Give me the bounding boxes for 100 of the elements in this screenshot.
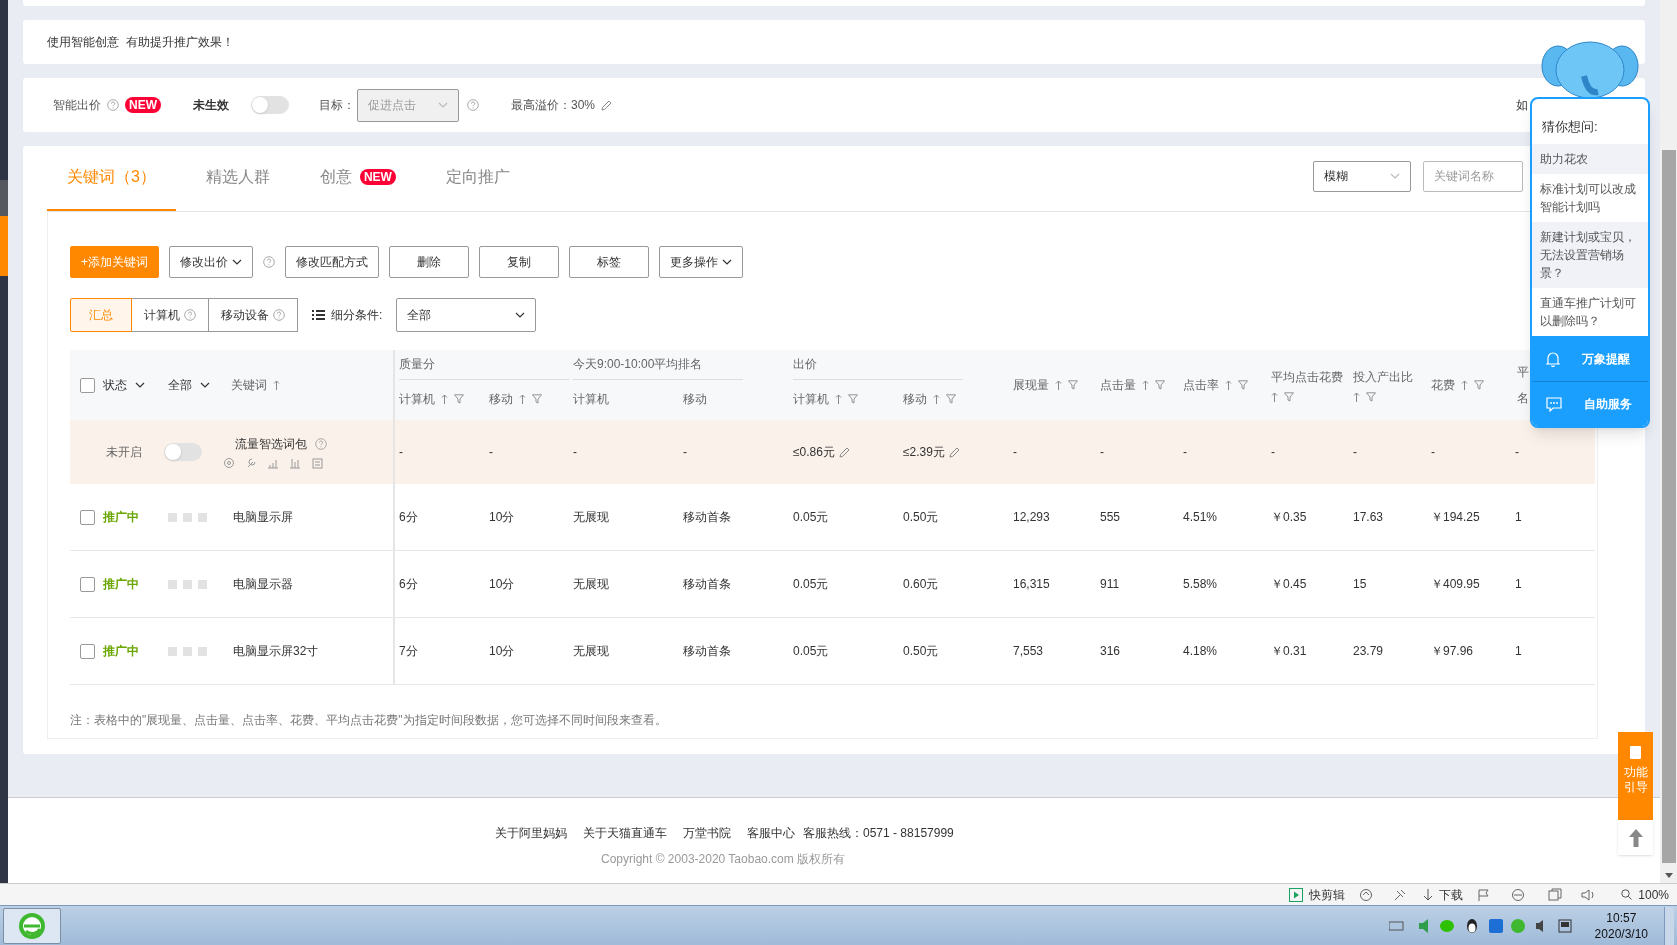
sort-arrow-icon[interactable] bbox=[441, 394, 448, 404]
filter-icon[interactable] bbox=[532, 394, 542, 404]
pencil-icon[interactable] bbox=[838, 446, 850, 458]
placeholder-squares-icon bbox=[168, 512, 208, 522]
toolbar-button[interactable]: 修改出价 bbox=[169, 246, 253, 278]
filter-icon[interactable] bbox=[1238, 380, 1248, 390]
question-item[interactable]: 直通车推广计划可以删除吗？ bbox=[1532, 288, 1648, 337]
chevron-down-icon bbox=[200, 382, 210, 388]
pencil-icon[interactable] bbox=[601, 99, 613, 111]
table-cell-text: ￥0.31 bbox=[1271, 643, 1307, 660]
column-header: 点击量 bbox=[1100, 377, 1136, 394]
device-tab[interactable]: 计算机 bbox=[131, 298, 209, 332]
sort-arrow-icon[interactable] bbox=[1055, 380, 1062, 390]
table-cell-text: 0.60元 bbox=[903, 576, 939, 593]
toolbar-button[interactable]: 修改匹配方式 bbox=[285, 246, 379, 278]
table-row[interactable]: 推广中 电脑显示屏32寸 7分 10分 无展现 移动首条 0.05元 0.50元 7,553 316 4.18% ￥0.31 23.79 ￥97.96 1 bbox=[70, 618, 1595, 685]
scroll-down-icon[interactable] bbox=[1664, 873, 1673, 879]
question-item[interactable]: 助力花农 bbox=[1532, 144, 1648, 175]
footer-link[interactable]: 关于阿里妈妈 bbox=[495, 824, 567, 842]
sort-arrow-icon[interactable] bbox=[1225, 380, 1232, 390]
table-note: 注：表格中的"展现量、点击量、点击率、花费、平均点击花费"为指定时间段数据，您可选择不同时间段来查看。 bbox=[70, 712, 668, 729]
show-desktop-button[interactable] bbox=[1664, 906, 1674, 945]
help-icon[interactable] bbox=[467, 99, 479, 111]
footer-link[interactable]: 万堂书院 bbox=[683, 824, 731, 842]
table-cell-text: 移动首条 bbox=[683, 576, 731, 593]
scrollbar[interactable] bbox=[1660, 0, 1677, 883]
play-icon bbox=[1289, 887, 1304, 902]
filter-icon[interactable] bbox=[1366, 392, 1376, 402]
table-cell-text: 15 bbox=[1353, 576, 1367, 593]
tab[interactable]: 创意 NEW bbox=[299, 145, 416, 211]
status-bar-button[interactable]: 快剪辑 bbox=[1289, 885, 1346, 904]
column-header: 计算机 bbox=[573, 391, 609, 408]
filter-icon[interactable] bbox=[1068, 380, 1078, 390]
table-cell-text: 316 bbox=[1100, 643, 1121, 660]
back-to-top-button[interactable] bbox=[1618, 820, 1653, 855]
table-cell-text: 16,315 bbox=[1013, 576, 1050, 593]
status-bar-button[interactable]: 下载 bbox=[1423, 885, 1464, 904]
sort-arrow-icon[interactable] bbox=[933, 394, 940, 404]
help-icon[interactable] bbox=[184, 309, 196, 321]
table-cell-text: 无展现 bbox=[573, 576, 609, 593]
document-icon bbox=[1630, 746, 1641, 759]
checkbox[interactable] bbox=[80, 377, 95, 393]
filter-label: 细分条件: bbox=[331, 307, 383, 324]
bell-icon bbox=[1546, 350, 1560, 367]
tab[interactable]: 定向推广 bbox=[425, 145, 530, 211]
sort-arrow-icon[interactable] bbox=[1353, 392, 1360, 402]
sort-arrow-icon[interactable] bbox=[519, 394, 526, 404]
start-button[interactable] bbox=[3, 907, 61, 944]
pencil-icon[interactable] bbox=[948, 446, 960, 458]
chevron-down-icon bbox=[135, 382, 145, 388]
keyword-text: 电脑显示屏 bbox=[233, 509, 293, 526]
checkbox[interactable] bbox=[80, 576, 95, 592]
filter-icon[interactable] bbox=[848, 394, 858, 404]
help-icon[interactable] bbox=[273, 309, 285, 321]
filter-icon[interactable] bbox=[1155, 380, 1165, 390]
scrollbar-thumb[interactable] bbox=[1661, 150, 1676, 863]
clock-time: 10:57 bbox=[1606, 909, 1637, 926]
tab[interactable]: 精选人群 bbox=[185, 145, 290, 211]
filter-icon[interactable] bbox=[1474, 380, 1484, 390]
device-tab[interactable]: 移动设备 bbox=[208, 298, 298, 332]
table-cell-text: ￥409.95 bbox=[1431, 576, 1480, 593]
toolbar-button[interactable]: 删除 bbox=[389, 246, 469, 278]
sort-arrow-icon[interactable] bbox=[835, 394, 842, 404]
toolbar-button[interactable]: 复制 bbox=[479, 246, 559, 278]
filter-icon[interactable] bbox=[946, 394, 956, 404]
help-icon[interactable] bbox=[263, 256, 275, 268]
filter-icon[interactable] bbox=[1284, 392, 1294, 402]
sort-arrow-icon[interactable] bbox=[1142, 380, 1149, 390]
checkbox[interactable] bbox=[80, 643, 95, 659]
keyword-search-field[interactable]: 关键词名称 bbox=[1423, 160, 1523, 192]
table-cell-text: - bbox=[1183, 444, 1187, 461]
filter-icon[interactable] bbox=[454, 394, 464, 404]
table-cell-text: 555 bbox=[1100, 509, 1121, 526]
toolbar-button[interactable]: 标签 bbox=[569, 246, 649, 278]
question-item[interactable]: 新建计划或宝贝，无法设置营销场景？ bbox=[1532, 222, 1648, 289]
toggle-switch[interactable] bbox=[164, 443, 202, 461]
filter-select[interactable]: 全部 bbox=[396, 298, 537, 332]
checkbox[interactable] bbox=[80, 509, 95, 525]
help-icon[interactable] bbox=[107, 99, 119, 111]
sort-arrow-icon[interactable] bbox=[1271, 392, 1278, 402]
footer-link[interactable]: 关于天猫直通车 bbox=[583, 824, 667, 842]
bid-status: 未生效 bbox=[193, 97, 229, 114]
chevron-down-icon bbox=[722, 259, 732, 265]
footer-link[interactable]: 客服中心 bbox=[747, 824, 795, 842]
table-row[interactable]: 推广中 电脑显示屏 6分 10分 无展现 移动首条 0.05元 0.50元 12,293 555 4.51% ￥0.35 17.63 ￥194.25 1 bbox=[70, 484, 1595, 551]
question-item[interactable]: 标准计划可以改成智能计划吗 bbox=[1532, 174, 1648, 223]
status-filter[interactable]: 状态 bbox=[103, 376, 145, 394]
match-mode-select[interactable]: 模糊 bbox=[1313, 160, 1411, 192]
zoom-level[interactable]: 100% bbox=[1621, 885, 1669, 904]
sort-arrow-icon[interactable] bbox=[1461, 380, 1468, 390]
help-icon[interactable] bbox=[315, 438, 327, 450]
all-filter[interactable]: 全部 bbox=[168, 376, 210, 394]
copyright-text: Copyright © 2003-2020 Taobao.com 版权所有 bbox=[601, 851, 846, 868]
toggle-switch[interactable] bbox=[251, 96, 289, 114]
status-text: 未开启 bbox=[106, 444, 142, 461]
toolbar-button[interactable]: 更多操作 bbox=[659, 246, 743, 278]
sort-arrow-icon[interactable] bbox=[273, 380, 280, 390]
table-cell-text: 7分 bbox=[399, 643, 418, 660]
table-row[interactable]: 推广中 电脑显示器 6分 10分 无展现 移动首条 0.05元 0.60元 16,315 911 5.58% ￥0.45 15 ￥409.95 1 bbox=[70, 551, 1595, 618]
max-premium: 最高溢价：30% bbox=[511, 97, 596, 114]
